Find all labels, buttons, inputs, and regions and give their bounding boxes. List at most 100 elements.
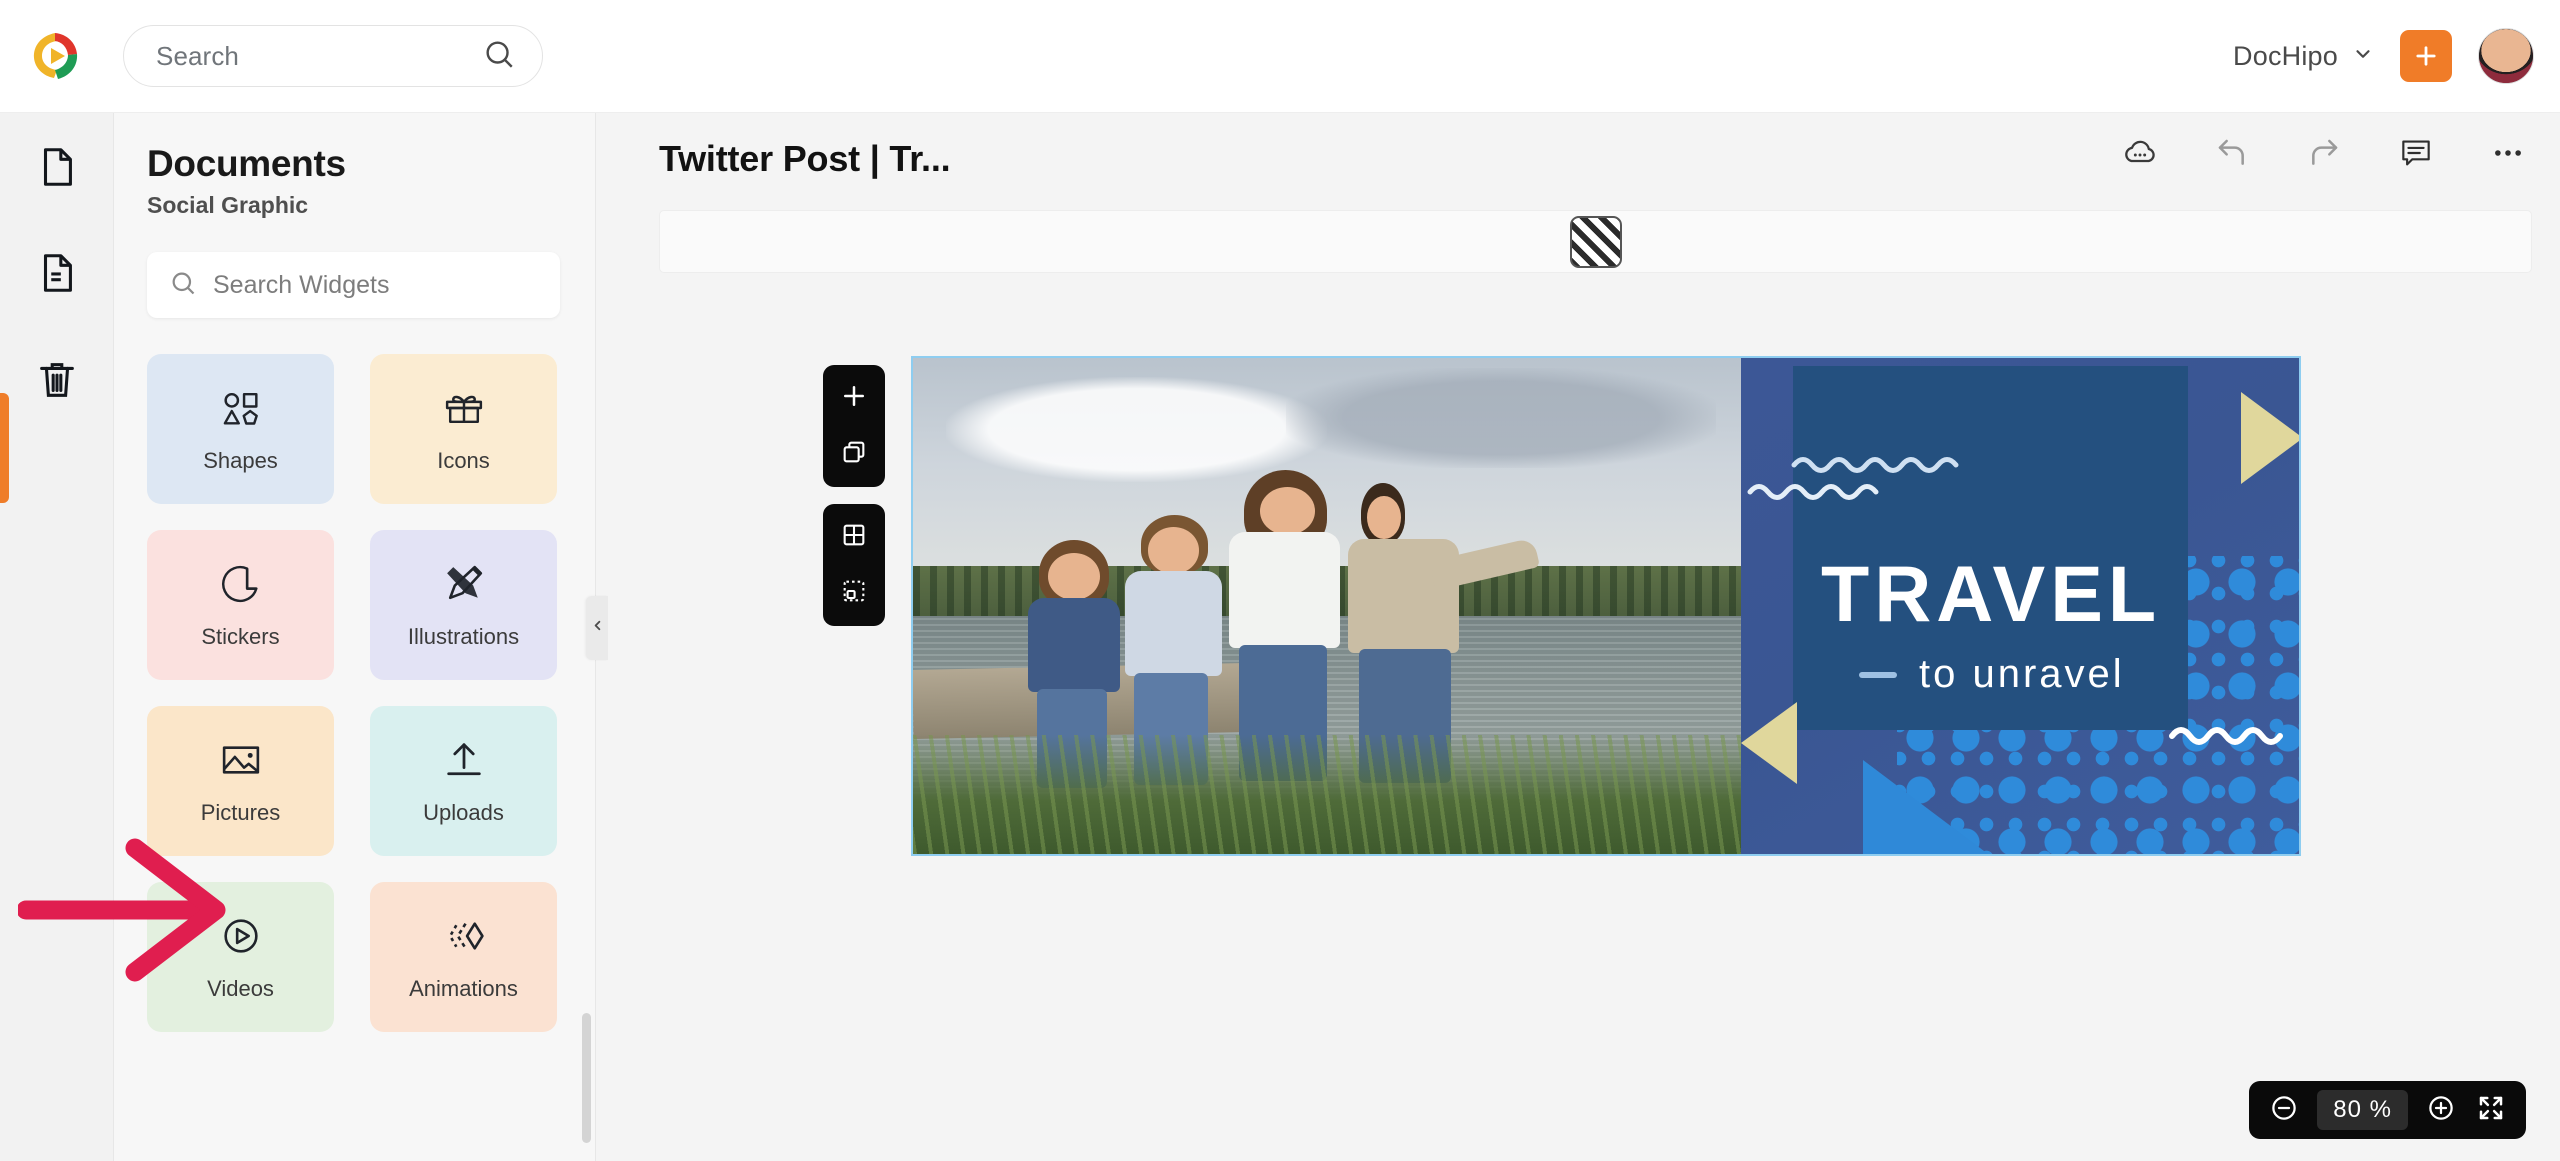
- global-search[interactable]: Search: [123, 25, 543, 87]
- widget-card-shapes[interactable]: Shapes: [147, 354, 334, 504]
- select-area-button[interactable]: [835, 574, 873, 612]
- page-subtitle: Social Graphic: [147, 192, 309, 218]
- duplicate-page-button[interactable]: [835, 435, 873, 473]
- sidebar-item-documents[interactable]: [25, 137, 89, 201]
- pencil-ruler-icon: [441, 561, 487, 612]
- design-text-panel: TRAVEL to unravel: [1741, 358, 2299, 854]
- search-widgets-placeholder: Search Widgets: [213, 270, 390, 299]
- search-placeholder: Search: [156, 40, 239, 71]
- page-lines-icon: [34, 250, 80, 301]
- widget-panel: Documents Social Graphic Search Widgets …: [114, 113, 596, 1161]
- widget-card-label: Illustrations: [407, 623, 520, 649]
- chevron-left-icon: [590, 618, 605, 638]
- add-page-icon: [839, 381, 869, 416]
- widget-card-videos[interactable]: Videos: [147, 882, 334, 1032]
- chevron-down-icon: [2352, 43, 2374, 70]
- sand-triangle-top: [2241, 392, 2299, 484]
- left-icon-rail: [0, 113, 114, 1161]
- widget-card-label: Uploads: [423, 799, 504, 825]
- sand-triangle-bottom: [1741, 702, 1797, 784]
- design-canvas[interactable]: TRAVEL to unravel: [911, 356, 2301, 856]
- search-icon: [482, 37, 516, 76]
- add-page-button[interactable]: [835, 379, 873, 417]
- document-title[interactable]: Twitter Post | Tr...: [659, 138, 951, 180]
- design-headline[interactable]: TRAVEL: [1821, 548, 2161, 640]
- zoom-in-button[interactable]: [2424, 1093, 2458, 1127]
- widget-card-label: Icons: [437, 447, 490, 473]
- document-toolbar: [2118, 133, 2530, 177]
- redo-button[interactable]: [2302, 133, 2346, 177]
- document-header: Twitter Post | Tr...: [597, 113, 2560, 205]
- gift-icon: [441, 385, 487, 436]
- upload-arrow-icon: [441, 737, 487, 788]
- sidebar-item-trash[interactable]: [25, 349, 89, 413]
- widget-card-label: Videos: [207, 975, 274, 1001]
- hatch-pattern-icon[interactable]: [1569, 215, 1622, 268]
- widget-card-stickers[interactable]: Stickers: [147, 530, 334, 680]
- undo-icon: [2212, 133, 2252, 178]
- create-new-button[interactable]: [2400, 30, 2452, 82]
- image-icon: [218, 737, 264, 788]
- grid-view-button[interactable]: [835, 518, 873, 556]
- cloud-save-button[interactable]: [2118, 133, 2162, 177]
- widget-card-label: Animations: [409, 975, 518, 1001]
- duplicate-page-icon: [840, 438, 868, 471]
- rail-active-indicator: [0, 393, 9, 503]
- widget-card-grid: Shapes Icons Stickers Illustrations Pict…: [147, 354, 560, 1032]
- select-area-icon: [840, 577, 868, 610]
- search-widgets-input[interactable]: Search Widgets: [147, 252, 560, 318]
- user-avatar[interactable]: [2478, 28, 2534, 84]
- zoom-in-icon: [2426, 1093, 2456, 1128]
- panel-collapse-handle[interactable]: [586, 596, 608, 660]
- plus-icon: [2412, 42, 2440, 70]
- widget-card-label: Pictures: [200, 799, 281, 825]
- grid-view-icon: [840, 521, 868, 554]
- zoom-out-icon: [2269, 1093, 2299, 1128]
- grass-layer: [913, 734, 1741, 854]
- comment-button[interactable]: [2394, 133, 2438, 177]
- page-tools-group-2: [823, 504, 885, 626]
- trash-icon: [34, 356, 80, 407]
- widget-card-label: Shapes: [203, 447, 278, 473]
- cloud-save-icon: [2120, 133, 2160, 178]
- zoom-out-button[interactable]: [2267, 1093, 2301, 1127]
- zoom-control: 80 %: [2249, 1081, 2526, 1139]
- play-circle-icon: [218, 913, 264, 964]
- design-subline-row[interactable]: to unravel: [1859, 652, 2125, 697]
- widget-card-icons[interactable]: Icons: [370, 354, 557, 504]
- top-bar: Search DocHipo: [0, 0, 2560, 113]
- widget-card-illustrations[interactable]: Illustrations: [370, 530, 557, 680]
- comment-icon: [2397, 134, 2435, 177]
- widget-card-animations[interactable]: Animations: [370, 882, 557, 1032]
- dash-mark: [1859, 671, 1897, 678]
- widget-card-pictures[interactable]: Pictures: [147, 706, 334, 856]
- redo-icon: [2304, 133, 2344, 178]
- editor-area: Twitter Post | Tr... TRAVEL to unravel 8…: [597, 113, 2560, 1161]
- workspace-selector[interactable]: DocHipo: [2233, 41, 2374, 72]
- undo-button[interactable]: [2210, 133, 2254, 177]
- family-photo[interactable]: [913, 358, 1741, 854]
- fullscreen-button[interactable]: [2474, 1093, 2508, 1127]
- more-options-icon: [2489, 134, 2527, 177]
- widget-card-uploads[interactable]: Uploads: [370, 706, 557, 856]
- animation-icon: [441, 913, 487, 964]
- blue-triangle: [1863, 760, 1988, 854]
- sidebar-item-templates[interactable]: [25, 243, 89, 307]
- page-tools-group-1: [823, 365, 885, 487]
- page-tools: [823, 365, 885, 626]
- sticker-icon: [218, 561, 264, 612]
- design-subline: to unravel: [1919, 652, 2125, 696]
- dochipo-logo[interactable]: [27, 28, 83, 84]
- panel-scrollbar[interactable]: [582, 1013, 591, 1143]
- topbar-right-group: DocHipo: [2233, 28, 2534, 84]
- search-icon: [169, 269, 197, 302]
- more-options-button[interactable]: [2486, 133, 2530, 177]
- page-icon: [34, 144, 80, 195]
- page-title: Documents: [147, 143, 346, 184]
- wave-line-top-2: [1747, 478, 1893, 509]
- background-toolbar: [659, 210, 2532, 273]
- workspace-name: DocHipo: [2233, 40, 2338, 71]
- widget-card-label: Stickers: [201, 623, 280, 649]
- zoom-level-value[interactable]: 80 %: [2317, 1090, 2408, 1130]
- shapes-icon: [218, 385, 264, 436]
